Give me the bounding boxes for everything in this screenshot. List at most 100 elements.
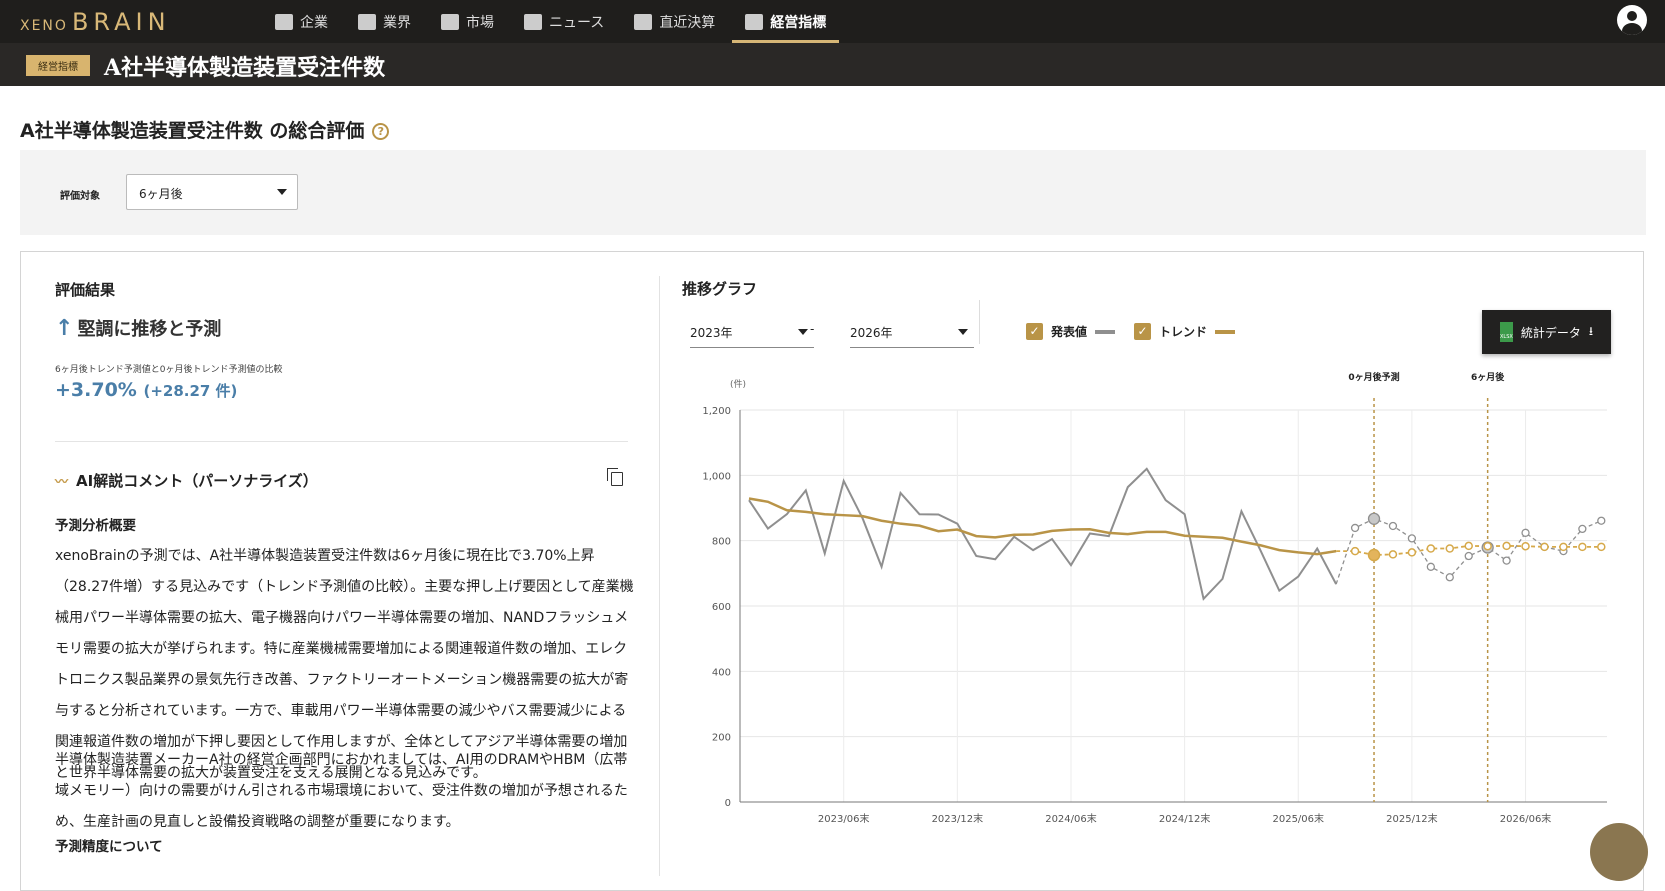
caret-down-icon — [277, 189, 287, 195]
legend-label: 発表値 — [1051, 325, 1088, 339]
legend-swatch — [1215, 329, 1236, 334]
actual-forecast-point — [1521, 528, 1530, 537]
tab-label: ニュース — [549, 14, 605, 31]
logo-big: BRAIN — [71, 8, 171, 36]
tab-label: 企業 — [300, 14, 328, 31]
result-verdict: ↑ 堅調に推移と予測 — [55, 315, 221, 341]
verdict-text: 堅調に推移と予測 — [77, 319, 222, 340]
trend-forecast-point — [1350, 546, 1360, 556]
tab-0[interactable]: 企業 — [262, 0, 341, 43]
tab-1[interactable]: 業界 — [345, 0, 424, 43]
x-tick-label: 2024/06末 — [1045, 812, 1097, 825]
logo-small: XENO — [20, 18, 68, 34]
x-tick-label: 2024/12末 — [1159, 812, 1211, 825]
user-avatar-icon[interactable] — [1617, 5, 1647, 35]
bank-icon — [634, 13, 653, 30]
checkbox-checked-icon[interactable]: ✓ — [1026, 323, 1043, 340]
ai-heading-text: AI解説コメント（パーソナライズ） — [76, 472, 318, 490]
trend-forecast-point — [1502, 541, 1511, 551]
tab-3[interactable]: ニュース — [511, 0, 617, 43]
divider — [55, 441, 628, 442]
tab-label: 市場 — [466, 14, 494, 31]
filter-panel: 評価対象 6ヶ月後 — [20, 150, 1646, 235]
trend-forecast-point — [1578, 542, 1587, 552]
actual-forecast-point — [1426, 562, 1435, 571]
x-tick-label: 2026/06末 — [1500, 812, 1552, 825]
download-stats-button[interactable]: XLSX 統計データ ⭳ — [1482, 310, 1611, 354]
actual-forecast-point — [1388, 521, 1398, 531]
trend-forecast-point — [1445, 544, 1455, 553]
ai-comment-heading: 〰 AI解説コメント（パーソナライズ） — [55, 470, 318, 491]
actual-forecast-point — [1578, 524, 1587, 534]
x-tick-label: 2025/06末 — [1272, 812, 1324, 825]
evaluation-target-select[interactable]: 6ヶ月後 — [126, 174, 298, 210]
comparison-note: 6ヶ月後トレンド予測値と0ヶ月後トレンド予測値の比較 — [55, 365, 283, 375]
change-count: (+28.27 件) — [143, 382, 238, 400]
marker-label: 0ヶ月後予測 — [1348, 371, 1399, 383]
y-tick-label: 600 — [712, 602, 731, 613]
range-separator: - — [810, 322, 815, 336]
checkbox-checked-icon[interactable]: ✓ — [1134, 323, 1151, 340]
y-tick-label: 1,200 — [702, 406, 731, 417]
x-tick-label: 2023/06末 — [818, 812, 870, 825]
actual-forecast-point — [1350, 523, 1360, 533]
section-title: A社半導体製造装置受注件数 の総合評価? — [20, 116, 390, 143]
select-value: 6ヶ月後 — [139, 187, 183, 201]
divider — [979, 300, 980, 344]
actual-forecast-point — [1464, 551, 1473, 561]
caret-down-icon — [958, 329, 968, 335]
tab-5[interactable]: 経営指標 — [732, 0, 840, 43]
tab-label: 業界 — [383, 14, 411, 31]
legend-swatch — [1095, 329, 1116, 334]
trend-forecast-point — [1426, 544, 1436, 553]
chat-button[interactable] — [1590, 823, 1648, 881]
nav-tabs: 企業 業界 市場 ニュース 直近決算 経営指標 — [262, 0, 843, 43]
trend-forecast-point — [1540, 542, 1549, 552]
page-title: A社半導体製造装置受注件数 — [104, 55, 386, 81]
y-unit-label: (件) — [730, 378, 746, 390]
copy-icon[interactable] — [607, 468, 623, 486]
actual-forecast-point — [1445, 573, 1454, 582]
category-badge: 経営指標 — [26, 55, 90, 76]
pie-chart-icon — [358, 13, 376, 30]
badge-icon — [745, 13, 764, 30]
building-icon — [275, 13, 293, 30]
y-tick-label: 200 — [712, 733, 731, 744]
newspaper-icon — [524, 13, 542, 30]
x-tick-label: 2023/12末 — [932, 812, 984, 825]
trend-forecast-point — [1407, 548, 1417, 557]
line-chart-icon — [441, 13, 459, 30]
y-tick-label: 400 — [712, 667, 731, 678]
tab-label: 経営指標 — [770, 14, 827, 31]
trend-forecast-point — [1388, 550, 1398, 559]
result-heading: 評価結果 — [55, 281, 116, 299]
start-year-select[interactable]: 2023年 — [690, 314, 814, 348]
title-bar: 経営指標 A社半導体製造装置受注件数 — [0, 43, 1665, 86]
tab-4[interactable]: 直近決算 — [621, 0, 728, 43]
logo[interactable]: XENO BRAIN — [20, 8, 171, 36]
y-tick-label: 1,000 — [702, 471, 731, 482]
trend-chart: (件) 0 200 400 600 800 1,000 1,200 2023/06末 2023/1… — [702, 371, 1607, 825]
caret-down-icon — [798, 329, 808, 335]
end-year-value: 2026年 — [850, 326, 893, 340]
end-year-select[interactable]: 2026年 — [850, 314, 974, 348]
divider — [659, 276, 660, 876]
actual-forecast-point — [1367, 512, 1381, 525]
help-icon[interactable]: ? — [372, 123, 390, 140]
top-nav: XENO BRAIN 企業 業界 市場 ニュース 直近決算 経営指標 — [0, 0, 1665, 43]
arrow-up-icon: ↑ — [55, 316, 74, 341]
trend-forecast-point — [1559, 542, 1568, 552]
trend-forecast-point — [1464, 541, 1473, 551]
graph-heading: 推移グラフ — [682, 280, 758, 298]
subheading-accuracy: 予測精度について — [55, 839, 163, 855]
legend-actual-toggle[interactable]: ✓ 発表値 — [1026, 323, 1116, 340]
download-label: 統計データ — [1520, 325, 1581, 340]
trend-forecast-point — [1367, 548, 1381, 562]
trend-forecast-point — [1597, 542, 1606, 552]
x-tick-label: 2025/12末 — [1386, 812, 1438, 825]
actual-forecast-point — [1597, 516, 1606, 525]
marker-label: 6ヶ月後 — [1471, 371, 1505, 383]
tab-2[interactable]: 市場 — [428, 0, 507, 43]
legend-trend-toggle[interactable]: ✓ トレンド — [1134, 323, 1236, 340]
subheading-summary: 予測分析概要 — [55, 518, 136, 534]
